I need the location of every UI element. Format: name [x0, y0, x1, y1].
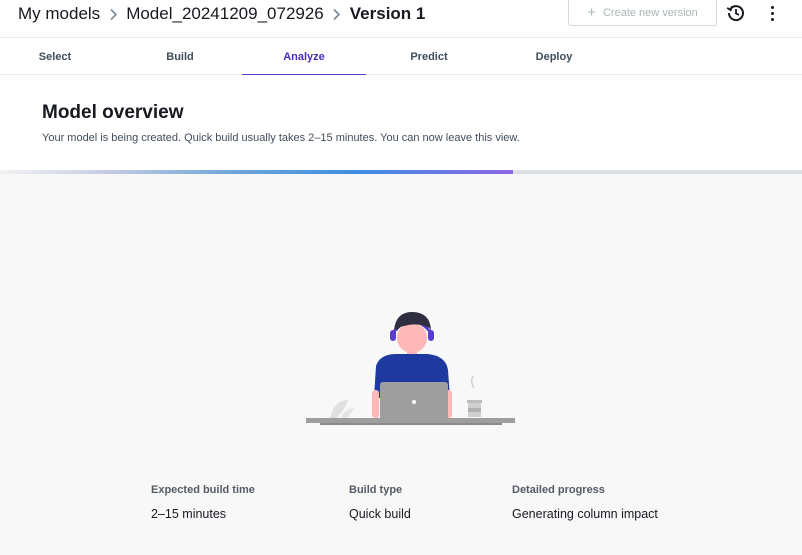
- stat-expected-build-time: Expected build time 2–15 minutes: [151, 484, 255, 521]
- stat-label: Detailed progress: [512, 484, 605, 496]
- tab-deploy[interactable]: Deploy: [492, 38, 616, 75]
- stat-label: Expected build time: [151, 484, 255, 496]
- model-overview-panel: Model overview Your model is being creat…: [0, 75, 802, 171]
- build-status-area: Expected build time 2–15 minutes Build t…: [0, 174, 802, 555]
- tab-build[interactable]: Build: [118, 38, 242, 75]
- tab-build-label: Build: [166, 50, 194, 63]
- history-icon[interactable]: [726, 3, 746, 23]
- breadcrumb-my-models[interactable]: My models: [18, 4, 100, 24]
- create-new-version-button[interactable]: + Create new version: [568, 0, 717, 26]
- status-message: Your model is being created. Quick build…: [42, 132, 520, 144]
- stat-value: 2–15 minutes: [151, 507, 227, 521]
- workflow-tabs: Select Build Analyze Predict Deploy: [0, 37, 802, 76]
- stat-build-type: Build type Quick build: [349, 484, 411, 521]
- stat-value: Quick build: [349, 507, 411, 521]
- chevron-right-icon: [100, 8, 126, 21]
- tab-predict-label: Predict: [410, 50, 448, 63]
- top-bar: My models Model_20241209_072926 Version …: [0, 0, 802, 36]
- create-new-version-label: Create new version: [602, 6, 698, 19]
- person-at-laptop-illustration: [306, 312, 515, 425]
- chevron-right-icon: [324, 8, 350, 21]
- stat-value: Generating column impact: [512, 507, 658, 521]
- plus-icon: +: [587, 4, 596, 21]
- tab-predict[interactable]: Predict: [367, 38, 491, 75]
- tab-select[interactable]: Select: [0, 38, 117, 75]
- breadcrumb-version: Version 1: [349, 4, 426, 23]
- more-vertical-icon[interactable]: [764, 3, 780, 23]
- stat-detailed-progress: Detailed progress Generating column impa…: [512, 484, 658, 521]
- tab-analyze[interactable]: Analyze: [242, 38, 366, 76]
- tab-analyze-label: Analyze: [283, 50, 325, 63]
- stat-label: Build type: [349, 484, 403, 496]
- breadcrumb: My models Model_20241209_072926 Version …: [18, 3, 425, 25]
- page-title: Model overview: [42, 102, 184, 123]
- breadcrumb-model[interactable]: Model_20241209_072926: [126, 4, 324, 24]
- tab-select-label: Select: [38, 50, 72, 63]
- tab-deploy-label: Deploy: [535, 50, 573, 63]
